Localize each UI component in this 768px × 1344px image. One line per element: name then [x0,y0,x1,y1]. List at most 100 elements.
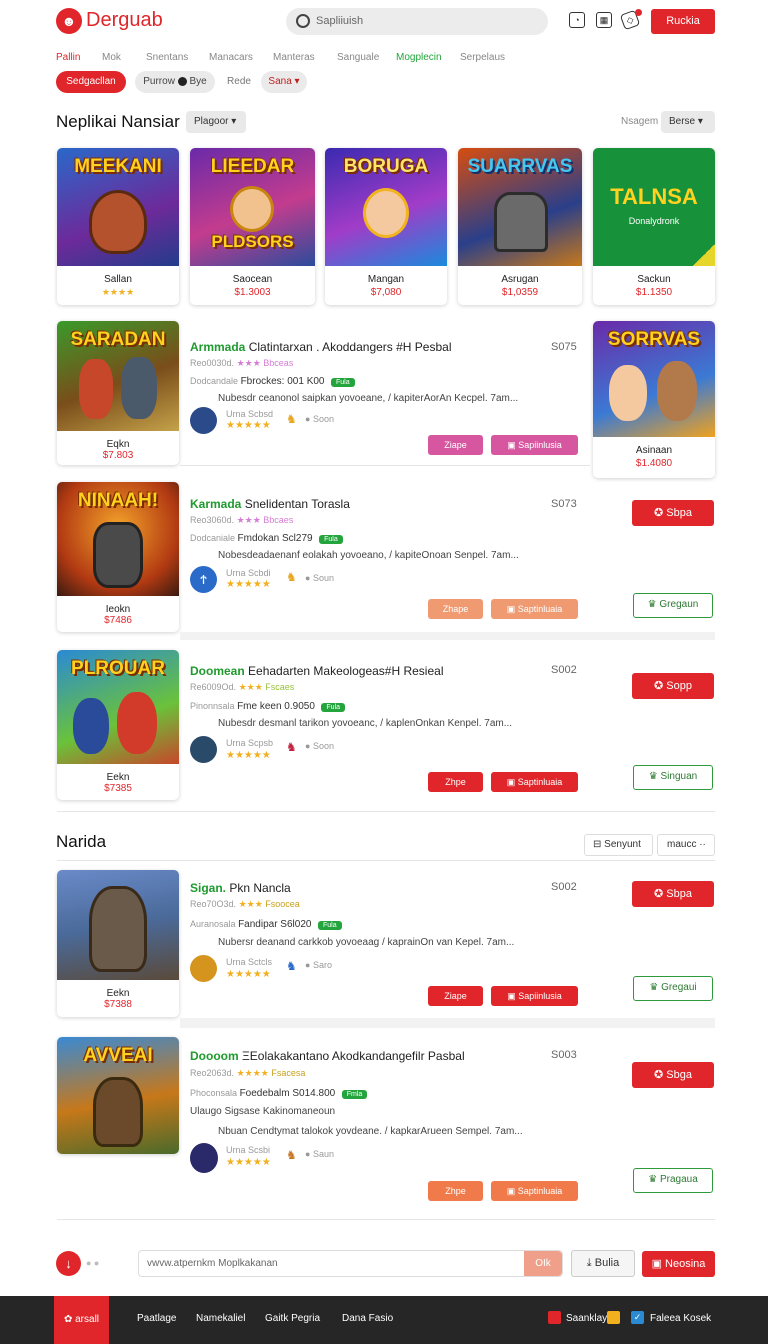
seller-avatar[interactable] [190,955,217,982]
footer-link[interactable]: Namekaliel [196,1313,245,1324]
section-filter-button[interactable]: ⊟ Senyunt [584,834,653,856]
buy-button[interactable]: Zhpe [428,1181,483,1201]
buy-button[interactable]: Ziape [428,986,483,1006]
add-to-cart-button[interactable]: ▣ Saptinluaia [491,772,578,792]
nav-item-6[interactable]: Sanguale [337,52,379,63]
buy-button[interactable]: Zhpe [428,772,483,792]
seller-status: ● Soun [305,573,334,583]
game-card[interactable]: TALNSA Donalydronk Sackun $1.1350 [593,148,715,305]
footer-link[interactable]: Dana Fasio [342,1313,393,1324]
seller-avatar[interactable] [190,407,217,434]
listing-title[interactable]: Doooom ΞEolakakantano Akodkandangefilr P… [190,1049,465,1063]
submit-button[interactable]: ▣ Neosina [642,1251,715,1277]
filter-tertiary[interactable]: Rede [219,71,259,93]
footer-brand[interactable]: ✿ arsall [54,1296,109,1344]
sort-dropdown[interactable]: Berse ▾ [661,111,715,133]
listing-badge: Fula [331,378,355,387]
pagination-dots[interactable]: ● ● [86,1258,99,1268]
listing-title[interactable]: Armmada Clatintarxan . Akoddangers #H Pe… [190,340,452,354]
seller-avatar[interactable] [190,736,217,763]
side-action-button[interactable]: ✪ Sbpa [632,500,714,526]
featured-side-card[interactable]: SORRVAS Asinaan $1.4080 [593,321,715,478]
seller-name[interactable]: Urna Scbsd [226,409,273,419]
seller-status-label: Soun [312,573,334,583]
footer-link-right[interactable]: Saanklay [566,1313,607,1324]
add-to-cart-button[interactable]: ▣ Sapiinlusia [491,435,578,455]
add-to-cart-button[interactable]: ▣ Saptinluaia [491,1181,578,1201]
search-input[interactable]: Sapliiuish [286,8,548,35]
listing-title[interactable]: Sigan. Pkn Nancla [190,881,291,895]
side-secondary-button[interactable]: ♛ Gregaun [633,593,713,618]
card-art-title: MEEKANI [74,156,162,177]
login-button[interactable]: Ruckia [651,9,715,34]
chat-icon[interactable]: ↓ [56,1251,81,1276]
listing-art-title: NINAAH! [77,490,159,511]
seller-avatar[interactable] [190,1143,218,1173]
card-art-title: TALNSA [610,184,698,209]
nav-item-2[interactable]: Mok [102,52,121,63]
url-input[interactable]: vwvw.atpernkm Moplkakanan [138,1250,563,1277]
listing-detail-label: Phoconsala [190,1088,238,1098]
seller-name[interactable]: Urna Scpsb [226,738,273,748]
listing-detail: Pinonnsala Fme keen 0.9050 Fula [190,701,346,712]
add-to-cart-button[interactable]: ▣ Sapiinlusia [491,986,578,1006]
nav-item-5[interactable]: Manteras [273,52,315,63]
nav-item-1[interactable]: Pallin [56,52,80,63]
seller-stars: ★★★★★ [226,750,271,761]
game-card[interactable]: LIEEDAR PLDSORS Saocean $1.3003 [190,148,315,305]
upload-button[interactable]: ⤓ Bulia [571,1250,635,1277]
listing-thumb-card[interactable]: SARADAN Eqkn $7.803 [57,321,179,465]
footer-link[interactable]: Gaitk Pegria [265,1313,320,1324]
seller-name[interactable]: Urna Scbdi [226,568,271,578]
listing-title-tag: Karmada [190,497,242,511]
ok-button[interactable]: OIk [524,1251,562,1276]
buy-button[interactable]: Ziape [428,435,483,455]
footer-link[interactable]: Paatlage [137,1313,176,1324]
section-more-button[interactable]: maucc ·· [657,834,715,856]
listing-title[interactable]: Karmada Snelidentan Torasla [190,497,350,511]
footer-link-right[interactable]: Faleea Kosek [650,1313,711,1324]
listing-thumb-card[interactable]: NINAAH! Ieokn $7486 [57,482,179,632]
nav-item-8[interactable]: Serpelaus [460,52,505,63]
section-dropdown[interactable]: Plagoor ▾ [186,111,246,133]
game-card[interactable]: SUARRVAS Asrugan $1,0359 [458,148,582,305]
nav-item-4[interactable]: Manacars [209,52,253,63]
logo-text[interactable]: Derguab [86,9,163,32]
listing-title[interactable]: Doomean Eehadarten Makeologeas#H Resieal [190,664,444,678]
filter-tag[interactable]: Sana ▾ [261,71,307,93]
side-secondary-button[interactable]: ♛ Gregaui [633,976,713,1001]
filter-secondary[interactable]: Purrow Bye [135,71,215,93]
character-art [494,192,548,252]
seller-name[interactable]: Urna Scsbi [226,1145,270,1155]
side-action-label: Sopp [666,680,692,692]
listing-description: Nubersr deanand carkkob yovoeaag / kapra… [218,937,515,948]
buy-button[interactable]: Zhape [428,599,483,619]
calendar-icon[interactable]: ▦ [596,12,612,28]
listing-card-name: Eekn [106,988,130,999]
listing-detail-label: Auranosala [190,919,236,929]
seller-avatar[interactable]: Ϯ [190,566,217,593]
side-action-button[interactable]: ✪ Sbga [632,1062,714,1088]
listing-art: AVVEAI [57,1037,179,1154]
add-to-cart-label: Sapiinlusia [518,991,562,1001]
seller-name[interactable]: Urna Sctcls [226,957,272,967]
listing-thumb-card[interactable]: Eekn $7388 [57,870,179,1017]
add-to-cart-button[interactable]: ▣ Saptinluaia [491,599,578,619]
listing-thumb-card[interactable]: AVVEAI [57,1037,179,1154]
side-secondary-label: Singuan [660,771,698,782]
side-secondary-button[interactable]: ♛ Pragaua [633,1168,713,1193]
brand-icon[interactable]: ☻ [56,8,82,34]
filter-primary[interactable]: Sedgacllan [56,71,126,93]
notification-icon[interactable]: ◔ [569,12,585,28]
nav-item-7[interactable]: Mogplecin [396,52,442,63]
side-action-button[interactable]: ✪ Sopp [632,673,714,699]
listing-detail-value: Fme keen 0.9050 [237,701,315,712]
section-divider [57,1219,715,1220]
listing-thumb-card[interactable]: PLROUAR Eekn $7385 [57,650,179,800]
listing-detail-label: Pinonnsala [190,701,235,711]
side-secondary-button[interactable]: ♛ Singuan [633,765,713,790]
game-card[interactable]: MEEKANI Sallan ★★★★ [57,148,179,305]
game-card[interactable]: BORUGA Mangan $7,080 [325,148,447,305]
side-action-button[interactable]: ✪ Sbpa [632,881,714,907]
nav-item-3[interactable]: Snentans [146,52,188,63]
